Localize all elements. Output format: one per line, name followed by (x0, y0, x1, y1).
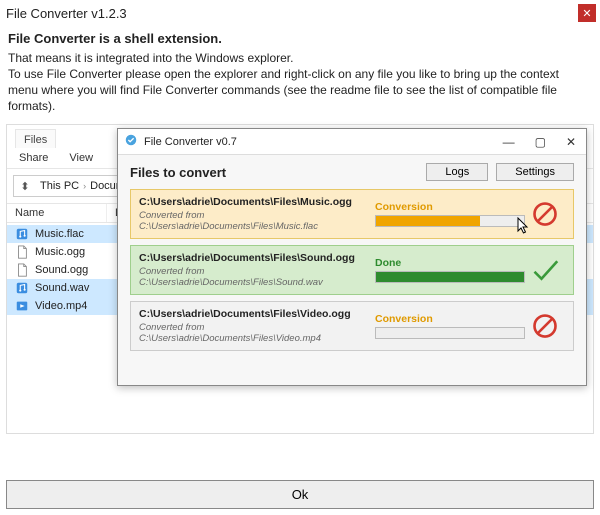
progress-bar (375, 271, 525, 283)
converter-window: File Converter v0.7 — ▢ ✕ Files to conve… (117, 128, 587, 386)
file-name: Video.mp4 (35, 300, 87, 312)
audio-file-icon (15, 227, 29, 241)
source-path: Converted from C:\Users\adrie\Documents\… (139, 322, 375, 344)
audio-file-icon (15, 281, 29, 295)
source-path: Converted from C:\Users\adrie\Documents\… (139, 266, 375, 288)
output-path: C:\Users\adrie\Documents\Files\Music.ogg (139, 196, 375, 208)
intro-headline: File Converter is a shell extension. (8, 30, 592, 48)
file-name: Sound.wav (35, 282, 89, 294)
video-file-icon (15, 299, 29, 313)
output-path: C:\Users\adrie\Documents\Files\Sound.ogg (139, 252, 375, 264)
conversion-item: C:\Users\adrie\Documents\Files\Video.ogg… (130, 301, 574, 351)
progress-bar (375, 215, 525, 227)
conversion-item: C:\Users\adrie\Documents\Files\Music.ogg… (130, 189, 574, 239)
explorer-tab-files[interactable]: Files (15, 129, 56, 148)
doc-file-icon (15, 263, 29, 277)
col-name[interactable]: Name (7, 204, 107, 222)
app-icon (124, 133, 138, 150)
conversion-item: C:\Users\adrie\Documents\Files\Sound.ogg… (130, 245, 574, 295)
doc-file-icon (15, 245, 29, 259)
explorer-window: Files Share View ⬍ This PC› Documents› F… (6, 124, 594, 434)
ribbon-view[interactable]: View (69, 152, 93, 164)
ok-button[interactable]: Ok (6, 480, 594, 509)
intro-line2: To use File Converter please open the ex… (8, 66, 592, 115)
maximize-button[interactable]: ▢ (531, 135, 550, 149)
ribbon-share[interactable]: Share (19, 152, 48, 164)
settings-button[interactable]: Settings (496, 163, 574, 181)
minimize-button[interactable]: — (499, 135, 519, 149)
close-button-inner[interactable]: ✕ (562, 135, 580, 149)
intro-block: File Converter is a shell extension. Tha… (0, 26, 600, 122)
status-label: Conversion (375, 313, 455, 325)
cancel-icon[interactable] (525, 312, 565, 340)
file-name: Sound.ogg (35, 264, 88, 276)
status-label: Conversion (375, 201, 455, 213)
logs-button[interactable]: Logs (426, 163, 488, 181)
status-label: Done (375, 257, 455, 269)
intro-line1: That means it is integrated into the Win… (8, 50, 592, 66)
file-name: Music.flac (35, 228, 84, 240)
crumb-0[interactable]: This PC (40, 180, 79, 192)
file-name: Music.ogg (35, 246, 85, 258)
close-button[interactable]: ✕ (578, 4, 596, 22)
converter-title: File Converter v0.7 (144, 136, 237, 148)
output-path: C:\Users\adrie\Documents\Files\Video.ogg (139, 308, 375, 320)
converter-heading: Files to convert (130, 165, 226, 180)
check-icon (525, 256, 565, 284)
progress-bar (375, 327, 525, 339)
nav-back-icon[interactable]: ⬍ (14, 180, 36, 193)
page-title: File Converter v1.2.3 (6, 6, 127, 21)
cancel-icon[interactable] (525, 200, 565, 228)
source-path: Converted from C:\Users\adrie\Documents\… (139, 210, 375, 232)
